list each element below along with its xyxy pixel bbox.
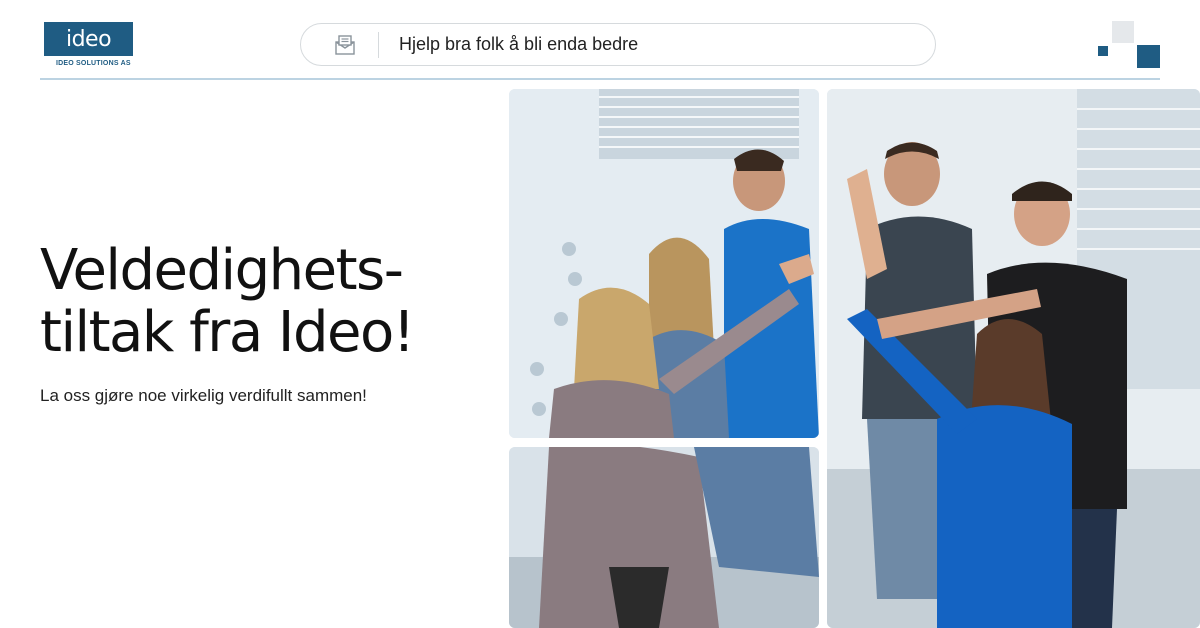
team-photo-top-left <box>509 89 819 438</box>
company-name: IDEO SOLUTIONS AS <box>56 60 131 67</box>
decorative-square-small <box>1098 46 1108 56</box>
hero-subtitle: La oss gjøre noe virkelig verdifullt sam… <box>40 386 367 405</box>
team-photo-right <box>827 89 1200 628</box>
team-photo-bottom-left <box>509 447 819 628</box>
decorative-square-light <box>1112 21 1134 43</box>
decorative-square-large <box>1137 45 1160 68</box>
logo-wordmark: ideo <box>65 26 112 52</box>
tagline-divider <box>378 31 379 58</box>
hero-title-line-1: Veldedighets- <box>40 238 404 303</box>
hero-title-line-2: tiltak fra Ideo! <box>40 300 415 365</box>
tagline-bar: Hjelp bra folk å bli enda bedre <box>300 23 936 66</box>
header-divider <box>40 78 1160 80</box>
hero-title: Veldedighets- tiltak fra Ideo! <box>40 240 480 364</box>
mail-icon <box>332 32 358 58</box>
company-logo[interactable]: ideo <box>44 22 133 56</box>
tagline-text: Hjelp bra folk å bli enda bedre <box>399 34 639 54</box>
